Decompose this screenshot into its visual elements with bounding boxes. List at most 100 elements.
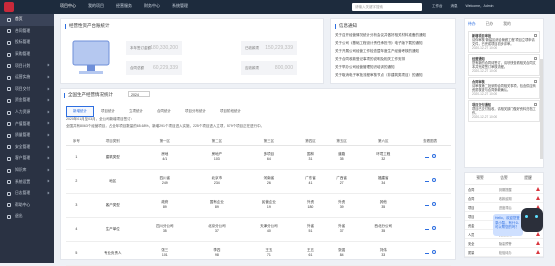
sidebar-item[interactable]: 退出 (0, 211, 54, 223)
sidebar-item[interactable]: 质量管理 (0, 130, 54, 142)
top-nav-item[interactable]: 我的项目 (88, 3, 104, 9)
news-item[interactable]: 关于取消电子审批流程审核节点（非建筑类项目）的通知 (335, 73, 423, 78)
sidebar-item[interactable]: 知识库 (0, 165, 54, 177)
sidebar-item[interactable]: 产值管理 (0, 118, 54, 130)
todo-card[interactable]: 合同审核 请审核第二批采购合同相关事项，包含供应商资质核查与合同条款确认。 2020… (468, 77, 540, 99)
sidebar-item[interactable]: 系统设置 (0, 176, 54, 188)
top-nav-item[interactable]: 经营服务 (116, 3, 132, 9)
sidebar-item[interactable]: 项目计划 (0, 60, 54, 72)
tab-remind[interactable]: 提醒 (524, 176, 532, 181)
bar-chart-icon[interactable] (424, 178, 429, 182)
chart-actions (409, 145, 451, 170)
assistant-bubble[interactable]: Hello，欢迎您登录小智，有什么可以帮您的吗？ (493, 214, 523, 236)
top-nav-item[interactable]: 系统管理 (172, 3, 188, 9)
table-cell: 国林 31 (294, 145, 327, 170)
sidebar-item-label: 退出 (15, 214, 23, 219)
tab[interactable]: 项目统计 (94, 106, 122, 117)
table-cell: 王五 61 (294, 241, 327, 266)
tab[interactable]: 项目阶段统计 (213, 106, 248, 117)
tab[interactable]: 项目分布统计 (178, 106, 213, 117)
tab-mine[interactable]: 我的 (503, 22, 511, 27)
sidebar-item[interactable]: 日志管理 (0, 188, 54, 200)
news-item[interactable]: 关于合同收款登记事项的说明及相关工作安排 (335, 57, 405, 62)
tab-alarm[interactable]: 告警 (500, 176, 508, 181)
tab[interactable]: 立项统计 (122, 106, 150, 117)
alert-row[interactable]: 安全 隐患预警 (465, 239, 543, 248)
knowledge-icon (7, 168, 11, 173)
pie-chart-icon[interactable] (431, 226, 436, 230)
help-icon (7, 203, 11, 208)
bar-chart-icon[interactable] (424, 226, 429, 230)
tab[interactable]: 合同统计 (150, 106, 178, 117)
tab-done[interactable]: 已办 (486, 22, 494, 27)
todo-card[interactable]: 新增项目审批 请你审核“新建区综合管廊工程”项目立项申请文件，已完成项目初步评审。… (468, 31, 540, 53)
table-row: 2 地区 四川省 249 北京市 234 河南省 26 广东省 41 广西省 27 福建省 34 (66, 169, 451, 194)
pie-chart-icon[interactable] (431, 202, 436, 206)
row-index: 5 (66, 241, 87, 266)
sidebar-item[interactable]: 资金管理 (0, 95, 54, 107)
sidebar-item[interactable]: 合同管理 (0, 26, 54, 38)
table-cell: 环境工程 32 (357, 145, 410, 170)
bar-chart-icon[interactable] (424, 202, 429, 206)
sidebar-item[interactable]: 帮助中心 (0, 200, 54, 212)
top-nav-item[interactable]: 财务中心 (144, 3, 160, 9)
pie-chart-icon[interactable] (431, 154, 436, 158)
table-row: 4 生产单位 四川分公司 35 北京分公司 37 天津分公司 40 外省 51 外省 37 西北分公司 3… (66, 217, 451, 242)
column-header: 第四区 (294, 138, 327, 146)
search-input[interactable]: 请输入关键字搜索 (352, 3, 422, 11)
sidebar-item[interactable]: 投标管理 (0, 37, 54, 49)
pie-chart-icon[interactable] (431, 250, 436, 254)
tab[interactable]: 新增统计 (66, 106, 94, 117)
workbench-link[interactable]: 工作台 (432, 4, 443, 9)
cell-count: 35 (381, 205, 386, 209)
sidebar-item-label: 客户管理 (15, 156, 31, 161)
card-date: 2020-12-27 10:00 (472, 92, 498, 96)
robot-assistant-icon[interactable] (521, 208, 543, 232)
tab-warning[interactable]: 预警 (476, 176, 484, 181)
sidebar-item[interactable]: 项目交付 (0, 84, 54, 96)
scrollbar[interactable] (540, 59, 543, 159)
news-item[interactable]: 关于召开经营情况统计分析会议并做好相关材料准备的通知 (335, 33, 426, 38)
quality-icon (7, 133, 11, 138)
tab-todo[interactable]: 待办 (468, 22, 476, 27)
checkbox[interactable] (534, 57, 537, 60)
news-item[interactable]: 关于公司《基础工程设计责任承担书》电子版下载的通知 (335, 41, 423, 46)
column-header: 第二区 (190, 138, 243, 146)
alert-row[interactable]: 合同 到期提醒 (465, 185, 543, 194)
cell-count: 64 (266, 157, 271, 161)
pie-chart-icon[interactable] (431, 178, 436, 182)
table-cell: 王五 71 (242, 241, 295, 266)
sidebar: 首页 合同管理 投标管理 采购管理 项目计划 运营实施 项目交付 资金管理 人力… (0, 14, 54, 263)
top-bar: 项目中心 我的项目 经营服务 财务中心 系统管理 请输入关键字搜索 工作台 消息… (0, 0, 555, 14)
stat-label: 合同总额 (130, 66, 144, 70)
bar-chart-icon[interactable] (424, 250, 429, 254)
stat-label: 已收款项 (245, 46, 259, 50)
user-menu[interactable]: Welcome，Admin (466, 4, 494, 9)
year-select[interactable]: 2024 (128, 91, 150, 97)
todo-card[interactable]: 项目交付通知 项目已交付验收，请相关部门做好资料归档工作。 2020-12-27 1… (468, 100, 540, 122)
chevron-icon (46, 75, 50, 79)
sidebar-item[interactable]: 人力资源 (0, 107, 54, 119)
alert-row[interactable]: 合同 收款逾期 (465, 194, 543, 203)
todo-card[interactable]: 经营通知 您有新的合同待签订，请尽快查看相关合同文本并完成签订审核流程。 2020-… (468, 54, 540, 76)
stat-value: 150,229,339 (265, 45, 293, 51)
sidebar-item[interactable]: 采购管理 (0, 49, 54, 61)
sidebar-item[interactable]: 客户管理 (0, 153, 54, 165)
sidebar-item-label: 采购管理 (15, 52, 31, 57)
checkbox[interactable] (534, 103, 537, 106)
stats-table: 序号 项目类别 第一区 第二区 第三区 第四区 第五区 第六区 查看图表 1 建筑… (66, 138, 451, 266)
news-item[interactable]: 关于举办公司经营管理知识培训的通知 (335, 65, 395, 70)
row-label: 专业负责人 (86, 241, 139, 266)
sidebar-item[interactable]: 运营实施 (0, 72, 54, 84)
news-item[interactable]: 关于开展公司经营工作检查暨年度生产经营考核的通知 (335, 49, 419, 54)
top-nav-item[interactable]: 项目中心 (60, 3, 76, 9)
checkbox[interactable] (534, 34, 537, 37)
sidebar-item[interactable]: 安全管理 (0, 142, 54, 154)
bar-chart-icon[interactable] (424, 154, 429, 158)
sidebar-item-home[interactable]: 首页 (0, 14, 54, 26)
messages-link[interactable]: 消息 (451, 4, 458, 9)
alert-row[interactable]: 质量 检验待办 (465, 248, 543, 257)
chart-actions (409, 169, 451, 194)
checkbox[interactable] (534, 80, 537, 83)
chevron-icon (46, 87, 50, 90)
